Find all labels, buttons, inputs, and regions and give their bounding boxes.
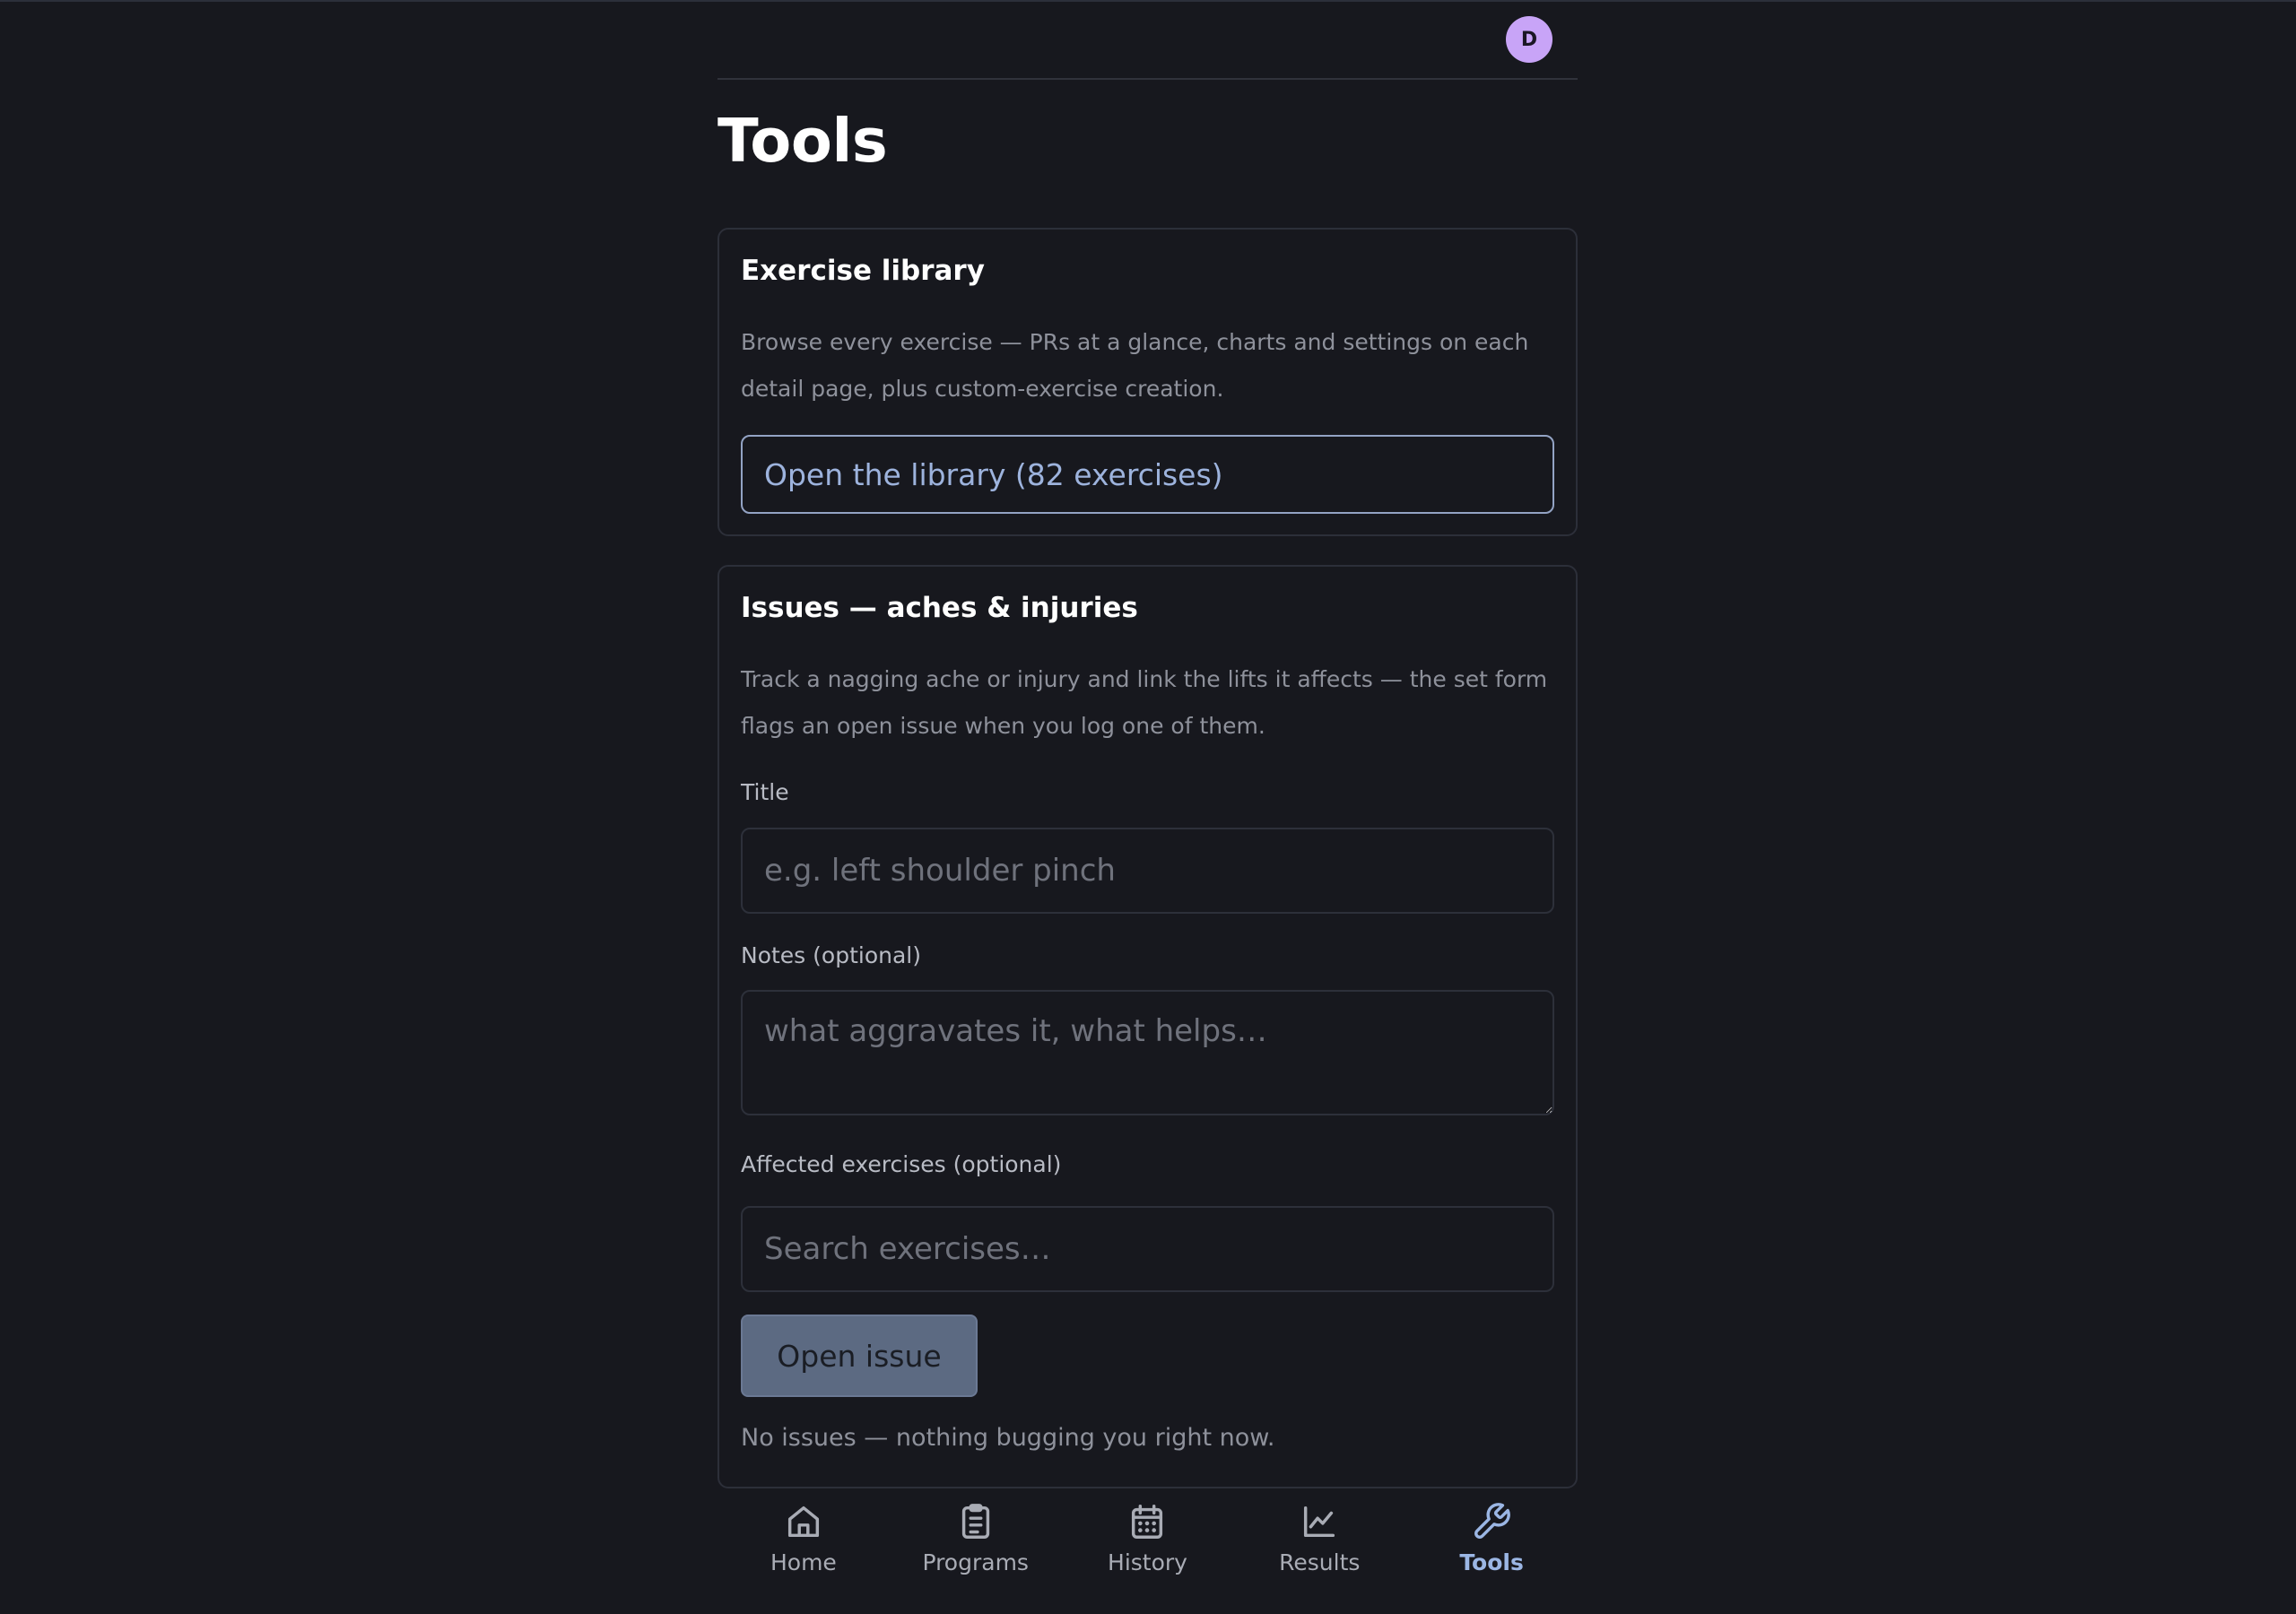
notes-label: Notes (optional)	[741, 942, 921, 968]
exercise-search-input[interactable]	[741, 1206, 1554, 1292]
chart-icon	[1304, 1506, 1335, 1538]
issue-notes-textarea[interactable]	[741, 990, 1554, 1115]
main-content: D Tools Exercise library Browse every ex…	[718, 0, 1578, 1488]
issues-empty-state: No issues — nothing bugging you right no…	[741, 1424, 1275, 1452]
avatar[interactable]: D	[1506, 16, 1552, 63]
nav-label: Tools	[1459, 1549, 1524, 1575]
nav-item-history[interactable]: History	[1062, 1488, 1234, 1614]
issue-title-input[interactable]	[741, 828, 1554, 914]
card-description: Track a nagging ache or injury and link …	[741, 666, 1548, 739]
open-library-button[interactable]: Open the library (82 exercises)	[741, 435, 1554, 514]
nav-label: History	[1108, 1549, 1187, 1575]
nav-label: Results	[1279, 1549, 1361, 1575]
wrench-icon	[1474, 1503, 1510, 1539]
bottom-nav: Home Programs History Results Tools	[718, 1488, 1578, 1614]
title-label: Title	[741, 779, 789, 805]
nav-item-home[interactable]: Home	[718, 1488, 890, 1614]
nav-item-tools[interactable]: Tools	[1405, 1488, 1578, 1614]
exercise-library-card: Exercise library Browse every exercise —…	[718, 228, 1578, 536]
clipboard-icon	[961, 1504, 989, 1539]
page-title: Tools	[718, 106, 888, 176]
card-description: Browse every exercise — PRs at a glance,…	[741, 329, 1529, 402]
nav-item-results[interactable]: Results	[1233, 1488, 1405, 1614]
affected-exercises-label: Affected exercises (optional)	[741, 1151, 1062, 1177]
card-title: Issues — aches & injuries	[741, 592, 1138, 624]
nav-label: Home	[770, 1549, 837, 1575]
nav-item-programs[interactable]: Programs	[890, 1488, 1062, 1614]
nav-label: Programs	[922, 1549, 1029, 1575]
home-icon	[787, 1506, 819, 1538]
issues-card: Issues — aches & injuries Track a naggin…	[718, 565, 1578, 1488]
header: D	[718, 0, 1578, 80]
open-issue-button[interactable]: Open issue	[741, 1315, 978, 1397]
calendar-icon	[1132, 1505, 1163, 1539]
card-title: Exercise library	[741, 255, 985, 287]
